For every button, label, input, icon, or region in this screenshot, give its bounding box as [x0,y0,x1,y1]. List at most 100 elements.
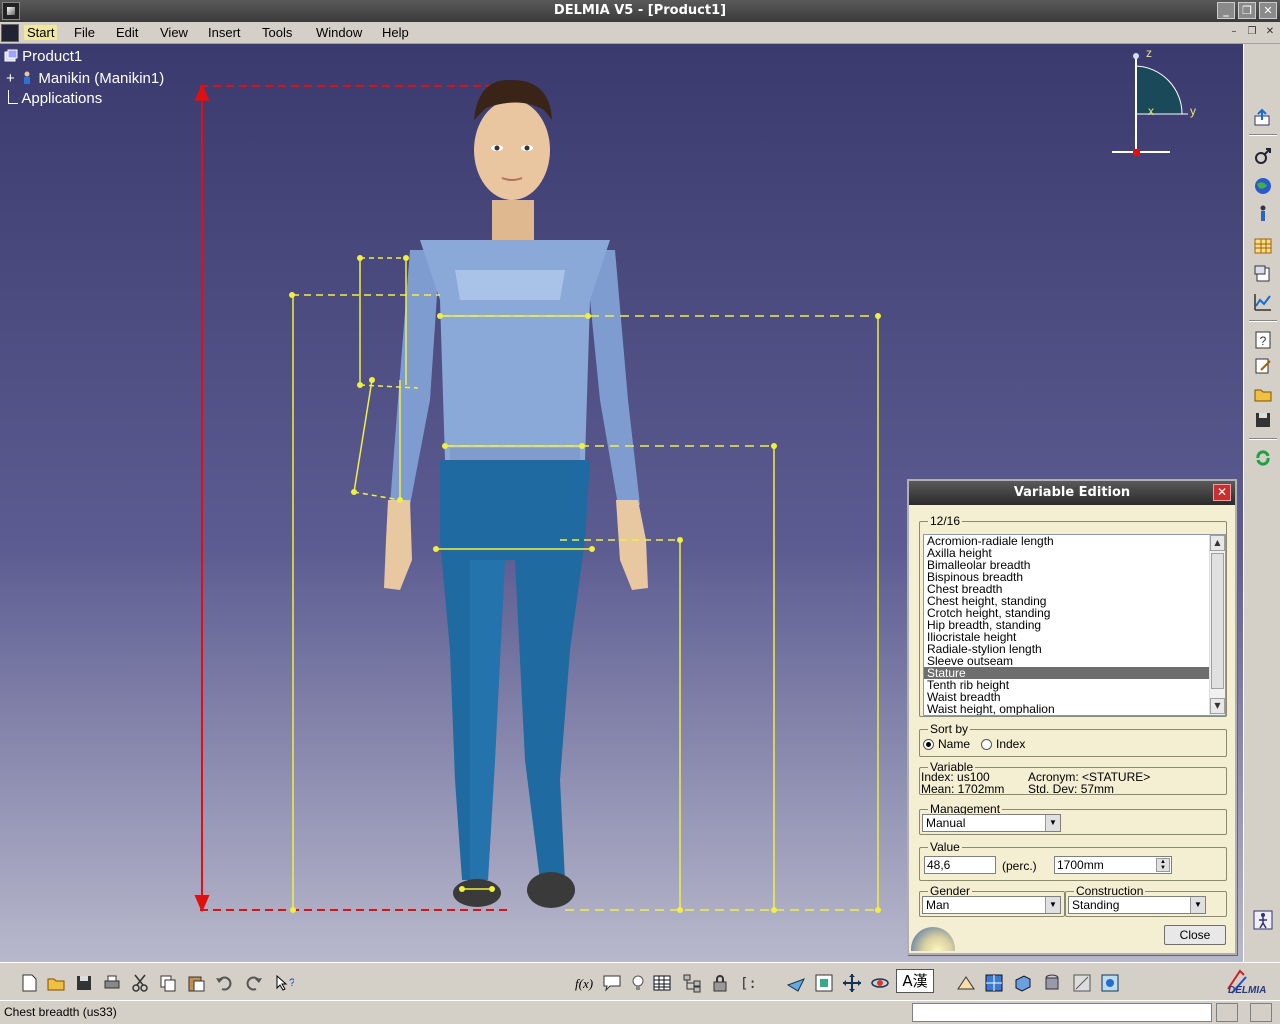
list-item[interactable]: Sleeve outseam [924,655,1225,667]
save-icon[interactable] [1253,410,1273,430]
edit-icon[interactable] [1253,356,1273,376]
fly-mode-icon[interactable] [786,973,806,993]
print-icon[interactable] [102,973,122,993]
chevron-down-icon[interactable]: ▼ [1045,897,1060,913]
value-mm-input[interactable]: 1700mm ▲ ▼ [1054,856,1172,874]
help-icon[interactable]: ? [1253,330,1273,350]
command-input[interactable] [912,1003,1212,1022]
exit-workbench-icon[interactable] [1253,108,1273,128]
lock-icon[interactable] [710,973,730,993]
shading-icon[interactable] [1042,973,1062,993]
management-select[interactable]: Manual ▼ [922,814,1061,832]
tree-node-product[interactable]: Product1 [4,48,82,65]
open-icon[interactable] [46,973,66,993]
list-scrollbar[interactable]: ▲ ▼ [1209,535,1225,715]
menu-edit[interactable]: Edit [116,25,138,40]
chevron-down-icon[interactable]: ▼ [1190,897,1205,913]
gender-group: Gender Man ▼ [919,884,1065,917]
manikin-tool-icon[interactable] [1253,204,1273,224]
lightbulb-icon[interactable] [628,973,648,993]
tree-label-applications: Applications [21,90,103,107]
menu-help[interactable]: Help [382,25,409,40]
list-item[interactable]: Waist height, omphalion [924,703,1225,715]
menu-insert[interactable]: Insert [208,25,241,40]
sort-index-label: Index [996,737,1026,751]
spinner-icon[interactable]: ▲ ▼ [1156,858,1170,872]
tree-structure-icon[interactable] [682,973,702,993]
variable-listbox[interactable]: Acromion-radiale length Axilla height Bi… [923,534,1226,716]
maximize-button[interactable]: ❐ [1238,2,1256,19]
tree-node-manikin[interactable]: + Manikin (Manikin1) [6,70,164,87]
save-icon[interactable] [74,973,94,993]
cut-icon[interactable] [130,973,150,993]
font-settings-button[interactable]: A漢 [896,969,934,993]
status-text: Chest breadth (us33) [4,1005,117,1019]
close-dialog-button[interactable]: Close [1164,925,1226,945]
chart-icon[interactable] [1253,292,1273,312]
management-value: Manual [926,816,966,830]
hide-show-icon[interactable] [1072,973,1092,993]
close-button[interactable]: ✕ [1259,2,1277,19]
dialog-close-icon[interactable]: ✕ [1213,484,1231,501]
undo-icon[interactable] [214,973,234,993]
tree-label-manikin: Manikin (Manikin1) [38,70,165,87]
copy-icon[interactable] [158,973,178,993]
menu-bar: Start File Edit View Insert Tools Window… [0,22,1280,44]
whats-this-icon[interactable]: ? [274,973,294,993]
bracket-icon[interactable]: [: [738,973,758,993]
construction-group: Construction Standing ▼ [1065,884,1227,917]
gender-value: Man [926,898,950,912]
sort-index-radio[interactable] [981,739,992,750]
document-icon[interactable] [1,24,19,42]
list-group-label: 12/16 [928,514,963,528]
doc-close-button[interactable]: ✕ [1263,26,1277,39]
compass-widget[interactable]: z x y [1108,46,1198,161]
table-icon[interactable] [652,973,672,993]
scroll-down-icon[interactable]: ▼ [1210,698,1225,714]
variable-std-dev: Std. Dev: 57mm [1028,782,1115,796]
variable-mean: Mean: 1702mm [921,782,1005,796]
new-file-icon[interactable] [19,973,39,993]
globe-icon[interactable] [1253,176,1273,196]
menu-view[interactable]: View [160,25,188,40]
scroll-up-icon[interactable]: ▲ [1210,535,1225,551]
construction-select[interactable]: Standing ▼ [1068,896,1206,914]
command-run-button[interactable] [1250,1003,1272,1022]
rotate-icon[interactable] [870,973,890,993]
gender-select[interactable]: Man ▼ [922,896,1061,914]
paste-icon[interactable] [186,973,206,993]
iso-view-icon[interactable] [1012,973,1032,993]
sort-name-radio[interactable] [923,739,934,750]
gender-icon[interactable] [1253,146,1273,166]
menu-file[interactable]: File [74,25,95,40]
svg-text:?: ? [289,977,294,989]
swap-space-icon[interactable] [1100,973,1120,993]
expand-icon[interactable]: + [6,70,16,87]
tree-node-applications[interactable]: Applications [8,90,102,107]
menu-start[interactable]: Start [24,25,58,40]
percentile-input[interactable]: 48,6 [924,856,996,874]
window-title: DELMIA V5 - [Product1] [553,3,727,18]
scroll-thumb[interactable] [1211,553,1224,689]
redo-icon[interactable] [244,973,264,993]
posture-icon[interactable] [1253,910,1273,930]
menu-tools[interactable]: Tools [262,25,292,40]
open-folder-icon[interactable] [1253,384,1273,404]
menu-window[interactable]: Window [316,25,362,40]
pan-icon[interactable] [842,973,862,993]
update-icon[interactable] [1253,448,1273,468]
fit-all-icon[interactable] [814,973,834,993]
formula-icon[interactable]: f(x) [574,973,594,993]
command-history-button[interactable] [1216,1003,1238,1022]
catalog-icon[interactable] [1253,264,1273,284]
minimize-button[interactable]: _ [1217,2,1235,19]
doc-restore-button[interactable]: ❐ [1245,26,1259,39]
anthropometry-table-icon[interactable] [1253,236,1273,256]
management-group: Management Manual ▼ [919,802,1227,835]
normal-view-icon[interactable] [956,973,976,993]
doc-minimize-button[interactable]: – [1227,26,1241,39]
chevron-down-icon[interactable]: ▼ [1045,815,1060,831]
dialog-title: Variable Edition [909,481,1235,505]
multi-view-icon[interactable] [984,973,1004,993]
comment-icon[interactable] [602,973,622,993]
